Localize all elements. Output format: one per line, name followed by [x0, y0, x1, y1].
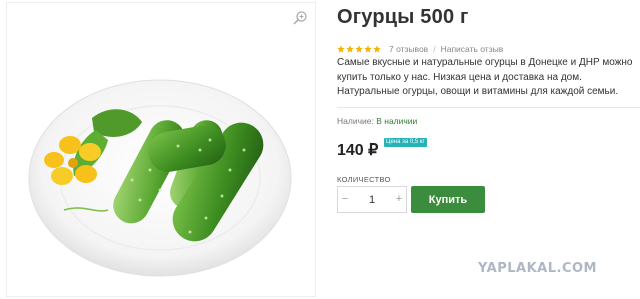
quantity-increase-button[interactable]: + [392, 187, 406, 212]
availability-label: Наличие: [337, 116, 374, 126]
site-watermark: YAPLAKAL.COM [478, 261, 597, 276]
divider [337, 107, 640, 108]
product-image[interactable] [0, 0, 318, 299]
quantity-label: КОЛИЧЕСТВО [337, 175, 391, 184]
quantity-input[interactable]: 1 [369, 194, 375, 206]
quantity-decrease-button[interactable]: − [338, 187, 352, 212]
buy-button[interactable]: Купить [411, 186, 485, 213]
star-icon [373, 45, 381, 53]
product-title: Огурцы 500 г [337, 6, 469, 28]
product-gallery [0, 0, 318, 299]
star-icon [355, 45, 363, 53]
reviews-count-link[interactable]: 7 отзывов [389, 44, 428, 54]
availability: Наличие: В наличии [337, 116, 417, 126]
star-icon [364, 45, 372, 53]
zoom-icon[interactable] [292, 10, 308, 26]
rating-row: 7 отзывов / Написать отзыв [337, 43, 503, 55]
availability-value: В наличии [376, 116, 418, 126]
star-rating [337, 45, 381, 53]
rating-separator: / [433, 44, 436, 54]
product-info: Огурцы 500 г 7 отзывов / Написать отзыв … [337, 0, 640, 299]
product-description: Самые вкусные и натуральные огурцы в Дон… [337, 57, 633, 97]
product-price: 140 ₽ [337, 142, 379, 159]
write-review-link[interactable]: Написать отзыв [441, 44, 504, 54]
quantity-stepper: − 1 + [337, 186, 407, 213]
price-unit-badge: Цена за 0,5 кг [384, 138, 427, 147]
star-icon [337, 45, 345, 53]
star-icon [346, 45, 354, 53]
